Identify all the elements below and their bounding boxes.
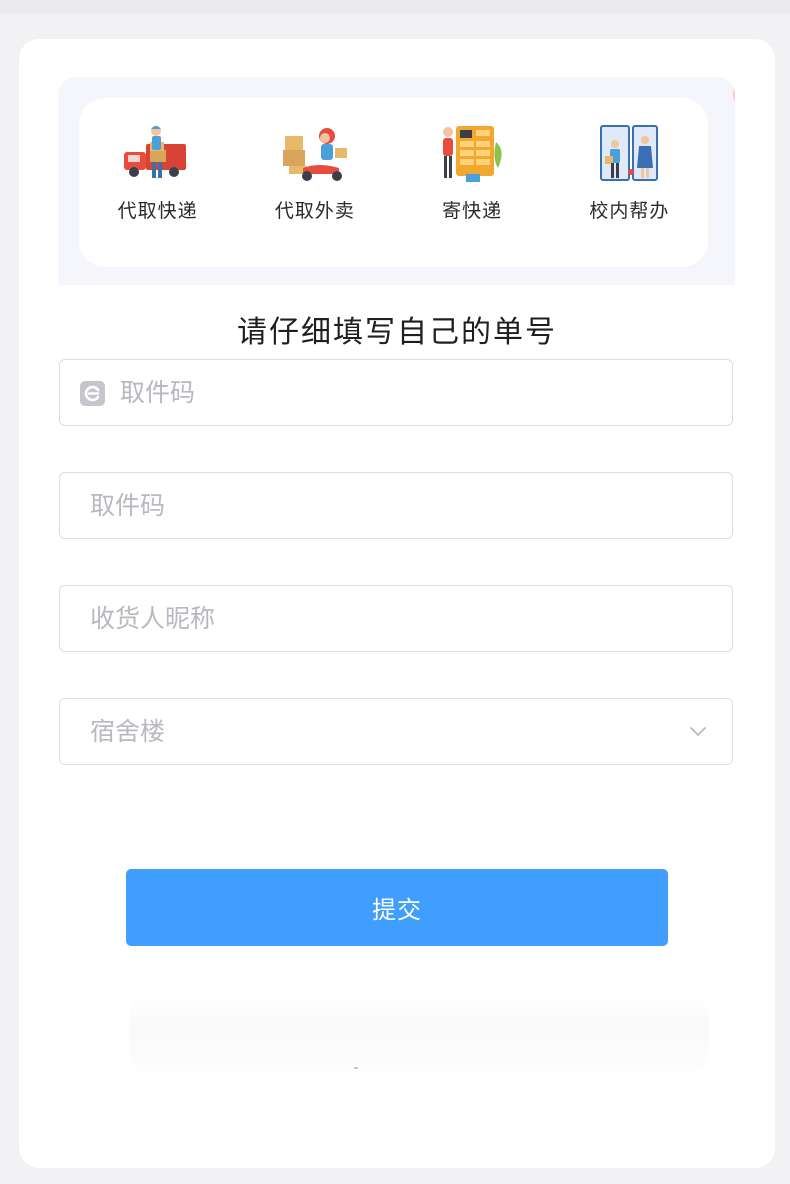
pickup-code-input-2[interactable] [90, 473, 650, 538]
top-status-strip [0, 0, 790, 14]
dormitory-select-value: 宿舍楼 [90, 717, 166, 746]
faint-placeholder-area [129, 989, 709, 1079]
service-label: 代取外卖 [274, 200, 355, 222]
chevron-down-icon [690, 727, 706, 736]
recipient-nickname-input[interactable] [90, 586, 650, 651]
faint-mark [354, 1067, 358, 1069]
pickup-code-input-1[interactable] [120, 360, 680, 425]
services-grid: 代取快递 代取外卖 寄快递 校内帮办 [79, 98, 708, 267]
dormitory-select[interactable]: 宿舍楼 [59, 698, 733, 765]
code-icon [80, 381, 105, 406]
form-title: 请仔细填写自己的单号 [237, 315, 557, 350]
service-pickup-express[interactable]: 代取快递 [79, 98, 236, 267]
submit-button[interactable]: 提交 [126, 869, 668, 946]
pickup-code-field-2 [59, 472, 733, 539]
service-label: 校内帮办 [589, 200, 670, 222]
service-campus-errand[interactable]: 校内帮办 [551, 98, 708, 267]
pickup-code-field-1 [59, 359, 733, 426]
main-card: 代取快递 代取外卖 寄快递 校内帮办 请仔细填写自己的单号 取件码 取件码 收货… [19, 39, 775, 1168]
parcel-locker-icon [443, 126, 502, 182]
service-label: 代取快递 [117, 200, 198, 222]
food-delivery-scooter-icon [282, 128, 347, 181]
recipient-nickname-field [59, 585, 733, 652]
services-panel: 代取快递 代取外卖 寄快递 校内帮办 [58, 77, 735, 285]
service-label: 寄快递 [442, 200, 503, 222]
service-pickup-takeout[interactable]: 代取外卖 [236, 98, 393, 267]
delivery-courier-icon [123, 126, 186, 178]
campus-errand-icon [600, 125, 659, 181]
service-send-express[interactable]: 寄快递 [394, 98, 551, 267]
